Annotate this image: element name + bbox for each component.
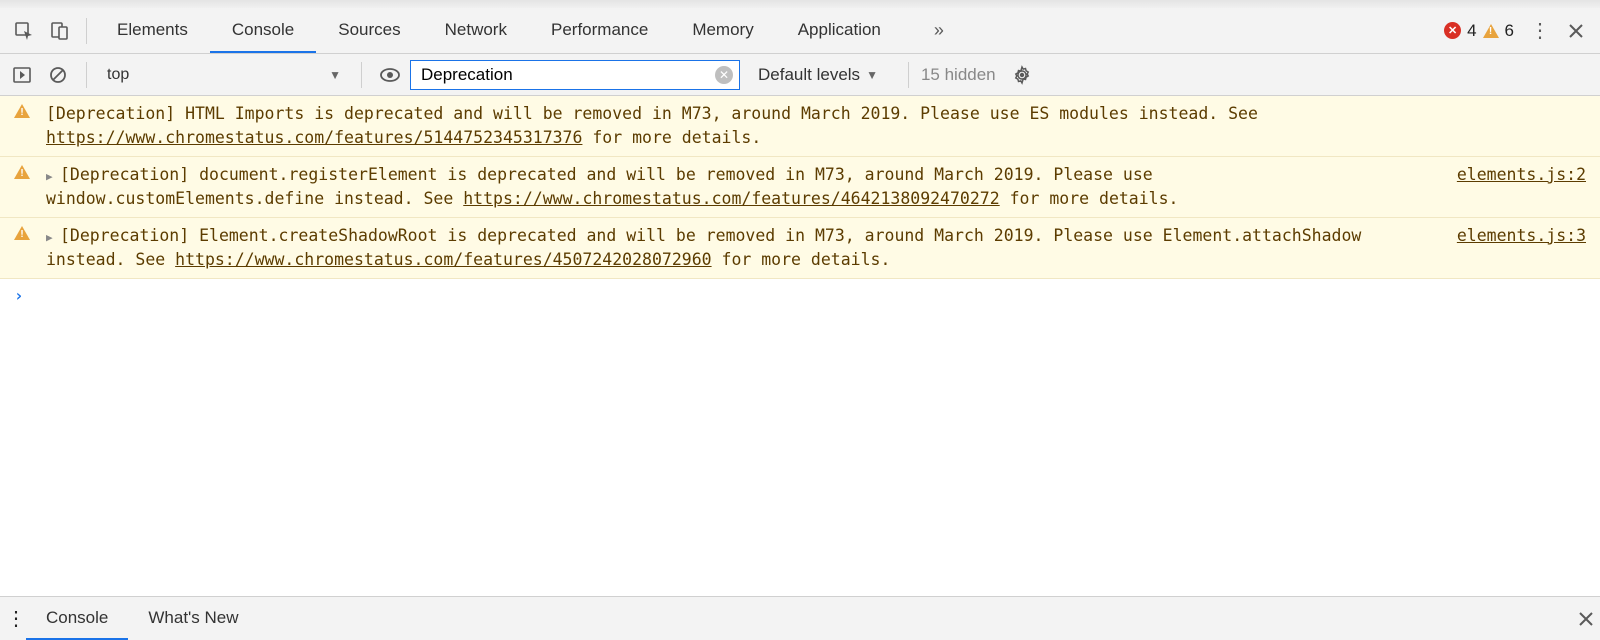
expand-icon[interactable]: ▶	[46, 230, 56, 246]
error-count: 4	[1467, 21, 1476, 41]
console-message: ▶[Deprecation] Element.createShadowRoot …	[0, 218, 1600, 279]
more-tabs-icon[interactable]: »	[921, 13, 957, 49]
panel-tabs: ElementsConsoleSourcesNetworkPerformance…	[95, 8, 903, 53]
tab-elements[interactable]: Elements	[95, 8, 210, 53]
message-text[interactable]: ▶[Deprecation] document.registerElement …	[46, 163, 1429, 211]
tab-console[interactable]: Console	[210, 8, 316, 53]
message-text[interactable]: [Deprecation] HTML Imports is deprecated…	[46, 102, 1586, 150]
drawer-tab-console[interactable]: Console	[26, 597, 128, 640]
drawer: ⋮ ConsoleWhat's New	[0, 596, 1600, 640]
clear-filter-icon[interactable]: ✕	[715, 66, 733, 84]
message-text[interactable]: ▶[Deprecation] Element.createShadowRoot …	[46, 224, 1429, 272]
console-toolbar: top ▼ ✕ Default levels ▼ 15 hidden	[0, 54, 1600, 96]
tab-sources[interactable]: Sources	[316, 8, 422, 53]
menu-kebab-icon[interactable]: ⋮	[1522, 13, 1558, 49]
expand-icon[interactable]: ▶	[46, 169, 56, 185]
warning-icon	[14, 163, 38, 179]
console-message: ▶[Deprecation] document.registerElement …	[0, 157, 1600, 218]
chevron-down-icon: ▼	[866, 68, 878, 82]
warning-count: 6	[1505, 21, 1514, 41]
levels-label: Default levels	[758, 65, 860, 85]
close-drawer-icon[interactable]	[1578, 611, 1594, 627]
console-message: [Deprecation] HTML Imports is deprecated…	[0, 96, 1600, 157]
tab-application[interactable]: Application	[776, 8, 903, 53]
doc-link[interactable]: https://www.chromestatus.com/features/51…	[46, 128, 582, 147]
doc-link[interactable]: https://www.chromestatus.com/features/46…	[463, 189, 999, 208]
prompt-chevron-icon: ›	[14, 286, 24, 305]
toggle-sidebar-icon[interactable]	[6, 59, 38, 91]
source-link[interactable]: elements.js:3	[1457, 224, 1586, 248]
error-warning-badges[interactable]: ✕ 4 6	[1436, 21, 1522, 41]
context-label: top	[107, 66, 129, 84]
drawer-menu-icon[interactable]: ⋮	[6, 606, 26, 631]
devtools-tabbar: ElementsConsoleSourcesNetworkPerformance…	[0, 8, 1600, 54]
close-devtools-icon[interactable]	[1558, 13, 1594, 49]
warning-icon	[14, 102, 38, 118]
live-expression-icon[interactable]	[374, 59, 406, 91]
tab-performance[interactable]: Performance	[529, 8, 670, 53]
doc-link[interactable]: https://www.chromestatus.com/features/45…	[175, 250, 711, 269]
clear-console-icon[interactable]	[42, 59, 74, 91]
drawer-tab-what-s-new[interactable]: What's New	[128, 597, 258, 640]
error-badge-icon: ✕	[1444, 22, 1461, 39]
device-toolbar-icon[interactable]	[42, 13, 78, 49]
log-levels-selector[interactable]: Default levels ▼	[744, 65, 892, 85]
console-prompt[interactable]: ›	[0, 279, 1600, 312]
source-link[interactable]: elements.js:2	[1457, 163, 1586, 187]
inspect-element-icon[interactable]	[6, 13, 42, 49]
hidden-messages-count[interactable]: 15 hidden	[921, 65, 1002, 85]
console-filter[interactable]: ✕	[410, 60, 740, 90]
tab-memory[interactable]: Memory	[670, 8, 775, 53]
console-settings-icon[interactable]	[1006, 59, 1038, 91]
console-messages: [Deprecation] HTML Imports is deprecated…	[0, 96, 1600, 279]
tab-network[interactable]: Network	[423, 8, 529, 53]
warning-icon	[14, 224, 38, 240]
warning-badge-icon	[1483, 24, 1499, 38]
execution-context-selector[interactable]: top ▼	[99, 61, 349, 89]
filter-input[interactable]	[421, 65, 715, 85]
chevron-down-icon: ▼	[329, 68, 341, 82]
drawer-tabs: ConsoleWhat's New	[26, 597, 259, 640]
